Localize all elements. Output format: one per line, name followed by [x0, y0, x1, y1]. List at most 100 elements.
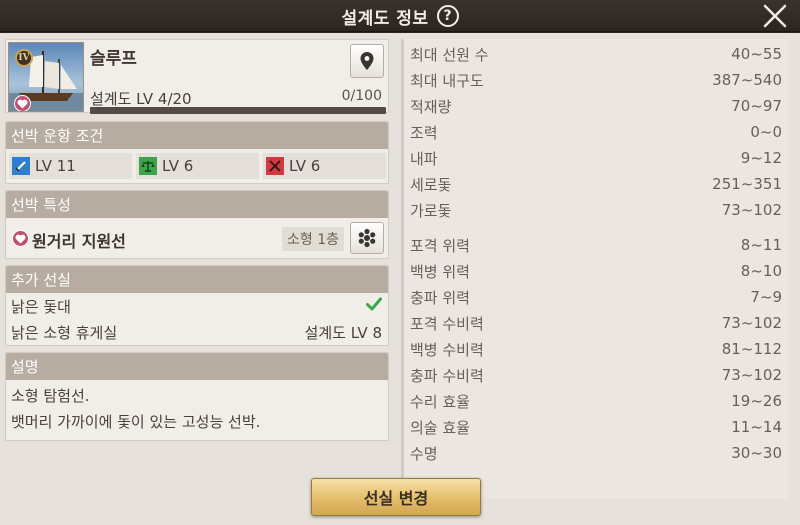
stat-label: 포격 위력: [410, 236, 470, 255]
stat-value: 8~10: [740, 262, 782, 280]
location-button[interactable]: [350, 44, 384, 78]
stat-value: 387~540: [712, 71, 782, 89]
cabins-panel: 추가 선실 낡은 돛대 낡은 소형 휴게실 설계도 LV 8: [5, 265, 389, 346]
cabin-label: 낡은 소형 휴게실: [11, 323, 118, 342]
description-text: 소형 탐험선. 뱃머리 가까이에 돛이 있는 고성능 선박.: [6, 380, 388, 440]
traits-header: 선박 특성: [6, 191, 388, 218]
tier-badge: IV: [15, 49, 33, 67]
stat-label: 수리 효율: [410, 392, 470, 411]
cabin-row: 낡은 소형 휴게실 설계도 LV 8: [6, 319, 388, 345]
condition-label: LV 11: [35, 157, 76, 175]
conditions-header: 선박 운항 조건: [6, 122, 388, 149]
stat-row: 가로돛 73~102: [410, 197, 782, 223]
blueprint-progress-bar: [90, 107, 386, 114]
conditions-panel: 선박 운항 조건 LV 11 LV 6 LV 6: [5, 121, 389, 184]
description-line: 소형 탐험선.: [11, 387, 90, 405]
sword-icon: [12, 157, 30, 175]
title-group: 설계도 정보 ?: [0, 0, 800, 32]
condition-label: LV 6: [162, 157, 194, 175]
stat-value: 11~14: [731, 418, 782, 436]
stat-row: 적재량 70~97: [410, 93, 782, 119]
stat-row: 세로돛 251~351: [410, 171, 782, 197]
stat-label: 충파 수비력: [410, 366, 484, 385]
description-line: 뱃머리 가까이에 돛이 있는 고성능 선박.: [11, 413, 261, 431]
trait-name: 원거리 지원선: [32, 232, 126, 251]
left-column: IV 슬루프 설계도 LV 4/20 0/100 선박 운항 조건 LV 11 …: [5, 39, 389, 441]
stat-label: 백병 수비력: [410, 340, 484, 359]
stat-label: 내파: [410, 149, 438, 168]
cabin-requirement: 설계도 LV 8: [304, 323, 382, 342]
stat-row: 포격 위력 8~11: [410, 232, 782, 258]
stat-row: 수리 효율 19~26: [410, 388, 782, 414]
hex-cells-icon: [358, 228, 376, 248]
crossed-swords-icon: [266, 157, 284, 175]
stat-row: 최대 내구도 387~540: [410, 67, 782, 93]
trait-size-badge: 소형 1층: [282, 227, 344, 251]
stat-value: 8~11: [740, 236, 782, 254]
stat-value: 73~102: [721, 201, 782, 219]
stat-label: 백병 위력: [410, 262, 470, 281]
stat-value: 73~102: [721, 314, 782, 332]
condition-trade: LV 6: [136, 153, 259, 179]
stat-row: 수명 30~30: [410, 440, 782, 466]
stat-value: 9~12: [740, 149, 782, 167]
traits-panel: 선박 특성 원거리 지원선 소형 1층: [5, 190, 389, 259]
stat-row: 충파 수비력 73~102: [410, 362, 782, 388]
close-icon[interactable]: [762, 3, 788, 29]
stat-label: 의술 효율: [410, 418, 470, 437]
stat-value: 0~0: [750, 123, 782, 141]
stat-label: 수명: [410, 444, 438, 463]
stat-row: 조력 0~0: [410, 119, 782, 145]
stat-row: 충파 위력 7~9: [410, 284, 782, 310]
blueprint-exp: 0/100: [341, 88, 382, 104]
stat-row: 최대 선원 수 40~55: [410, 41, 782, 67]
help-icon[interactable]: ?: [436, 5, 459, 27]
stats-group-basic: 최대 선원 수 40~55 최대 내구도 387~540 적재량 70~97 조력 0~0 내파…: [410, 41, 782, 223]
stat-label: 조력: [410, 123, 438, 142]
stat-value: 81~112: [721, 340, 782, 358]
stats-panel: 최대 선원 수 40~55 최대 내구도 387~540 적재량 70~97 조력 0~0 내파…: [401, 39, 788, 499]
stat-value: 30~30: [731, 444, 782, 462]
heart-icon: [14, 95, 31, 111]
ship-header: IV 슬루프 설계도 LV 4/20 0/100: [5, 39, 389, 114]
map-pin-icon: [360, 52, 374, 70]
change-cabin-button[interactable]: 선실 변경: [311, 478, 481, 516]
cabin-layout-button[interactable]: [350, 222, 384, 254]
conditions-list: LV 11 LV 6 LV 6: [6, 149, 388, 183]
stat-row: 내파 9~12: [410, 145, 782, 171]
stat-value: 70~97: [731, 97, 782, 115]
cabin-row: 낡은 돛대: [6, 293, 388, 319]
stat-value: 40~55: [731, 45, 782, 63]
window-title: 설계도 정보: [341, 8, 429, 29]
stat-label: 포격 수비력: [410, 314, 484, 333]
stat-value: 73~102: [721, 366, 782, 384]
stat-label: 세로돛: [410, 175, 452, 194]
stat-label: 최대 선원 수: [410, 45, 489, 64]
title-bar: 설계도 정보 ?: [0, 0, 800, 32]
trade-scale-icon: [139, 157, 157, 175]
stat-row: 포격 수비력 73~102: [410, 310, 782, 336]
dialog-body: IV 슬루프 설계도 LV 4/20 0/100 선박 운항 조건 LV 11 …: [0, 33, 800, 525]
blueprint-level: 설계도 LV 4/20: [90, 90, 192, 108]
stats-group-combat: 포격 위력 8~11 백병 위력 8~10 충파 위력 7~9 포격 수비력 73~102 백병…: [410, 232, 782, 466]
cabins-header: 추가 선실: [6, 266, 388, 293]
stat-row: 백병 수비력 81~112: [410, 336, 782, 362]
stat-label: 최대 내구도: [410, 71, 484, 90]
condition-label: LV 6: [289, 157, 321, 175]
heart-icon: [12, 230, 29, 247]
stat-value: 7~9: [750, 288, 782, 306]
condition-battle: LV 6: [263, 153, 386, 179]
stat-value: 19~26: [731, 392, 782, 410]
cabin-label: 낡은 돛대: [11, 297, 71, 316]
stat-label: 적재량: [410, 97, 452, 116]
stat-row: 의술 효율 11~14: [410, 414, 782, 440]
stat-row: 백병 위력 8~10: [410, 258, 782, 284]
trait-row: 원거리 지원선 소형 1층: [6, 218, 388, 258]
ship-image: IV: [8, 42, 84, 112]
stat-value: 251~351: [712, 175, 782, 193]
description-header: 설명: [6, 353, 388, 380]
checkmark-icon: [366, 297, 382, 315]
ship-name: 슬루프: [90, 49, 137, 69]
stat-label: 충파 위력: [410, 288, 470, 307]
description-panel: 설명 소형 탐험선. 뱃머리 가까이에 돛이 있는 고성능 선박.: [5, 352, 389, 441]
